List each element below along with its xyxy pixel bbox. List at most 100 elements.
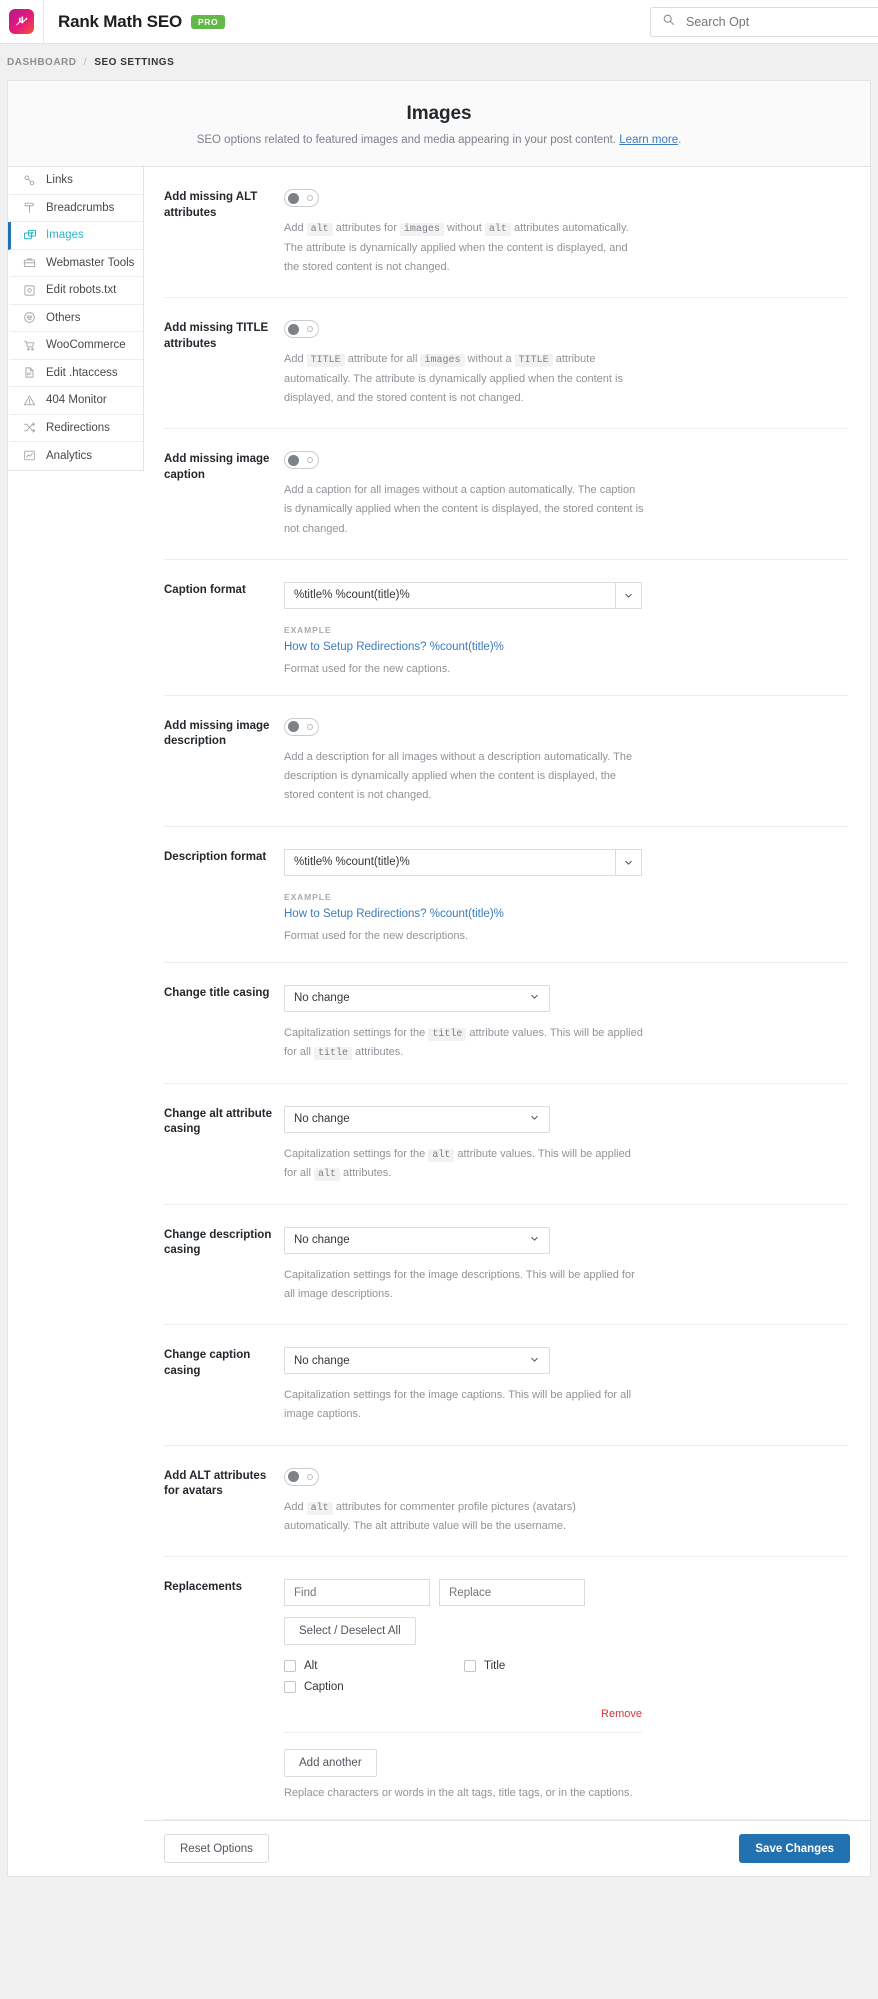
sidebar-item-others[interactable]: Others bbox=[8, 304, 143, 332]
sidebar-item-analytics[interactable]: Analytics bbox=[8, 442, 143, 470]
field-alt-for-avatars: Add ALT attributes for avatars Add alt a… bbox=[164, 1446, 848, 1558]
sidebar-item-404-monitor[interactable]: 404 Monitor bbox=[8, 387, 143, 415]
warning-triangle-icon bbox=[22, 393, 37, 408]
signpost-icon bbox=[22, 200, 37, 215]
sidebar-item-webmaster-tools[interactable]: Webmaster Tools bbox=[8, 249, 143, 277]
breadcrumb: DASHBOARD / SEO SETTINGS bbox=[0, 44, 878, 80]
link-icon bbox=[22, 173, 37, 188]
toggle-knob bbox=[288, 1471, 299, 1482]
select-alt-casing[interactable]: No change bbox=[284, 1105, 550, 1133]
desc-part: Add bbox=[284, 353, 307, 365]
sidebar-item-label: Edit robots.txt bbox=[46, 284, 117, 297]
field-replacements: Replacements Select / Deselect All Alt bbox=[164, 1557, 848, 1821]
sidebar-item-woocommerce[interactable]: WooCommerce bbox=[8, 332, 143, 360]
example-label: EXAMPLE bbox=[284, 624, 332, 635]
sidebar-item-label: Webmaster Tools bbox=[46, 256, 135, 269]
field-label: Replacements bbox=[164, 1581, 242, 1594]
page-title: Images bbox=[406, 103, 472, 124]
find-input[interactable] bbox=[284, 1579, 430, 1607]
save-changes-button[interactable]: Save Changes bbox=[739, 1834, 850, 1864]
sidebar-item-breadcrumbs[interactable]: Breadcrumbs bbox=[8, 194, 143, 222]
field-add-missing-alt: Add missing ALT attributes Add alt attri… bbox=[164, 167, 848, 298]
learn-more-link[interactable]: Learn more bbox=[619, 134, 678, 146]
chart-line-icon bbox=[22, 448, 37, 463]
replace-input[interactable] bbox=[439, 1579, 585, 1607]
code-token: images bbox=[420, 354, 465, 367]
field-label: Change caption casing bbox=[164, 1349, 251, 1377]
caption-format-input[interactable] bbox=[284, 581, 615, 609]
field-description: Add alt attributes for commenter profile… bbox=[284, 1498, 644, 1537]
toggle-dot bbox=[307, 723, 313, 730]
toggle-knob bbox=[288, 192, 299, 204]
add-another-button[interactable]: Add another bbox=[284, 1749, 377, 1778]
desc-part: without bbox=[443, 222, 485, 234]
checkbox-box[interactable] bbox=[284, 1660, 296, 1673]
code-token: alt bbox=[484, 223, 511, 236]
settings-main-panel: Add missing ALT attributes Add alt attri… bbox=[144, 167, 870, 1877]
checkbox-box[interactable] bbox=[284, 1681, 296, 1694]
sidebar-item-redirections[interactable]: Redirections bbox=[8, 414, 143, 442]
select-value: No change bbox=[294, 1234, 350, 1246]
field-description: Capitalization settings for the title at… bbox=[284, 1024, 644, 1063]
toggle-alt-for-avatars[interactable] bbox=[284, 1467, 319, 1486]
toggle-add-missing-description[interactable] bbox=[284, 717, 319, 736]
settings-footer: Reset Options Save Changes bbox=[144, 1820, 870, 1877]
sidebar-item-edit-htaccess[interactable]: Edit .htaccess bbox=[8, 359, 143, 387]
select-deselect-all-button[interactable]: Select / Deselect All bbox=[284, 1617, 416, 1646]
cart-icon bbox=[22, 338, 37, 353]
field-description: Add TITLE attribute for all images witho… bbox=[284, 350, 644, 408]
remove-replacement-link[interactable]: Remove bbox=[284, 1708, 642, 1720]
desc-part: attribute for all bbox=[344, 353, 421, 365]
field-label: Add missing image description bbox=[164, 719, 270, 748]
chevron-down-icon bbox=[529, 1233, 540, 1247]
checkbox-title[interactable]: Title bbox=[464, 1660, 644, 1673]
sidebar-item-links[interactable]: Links bbox=[8, 167, 143, 195]
field-hint: Format used for the new descriptions. bbox=[284, 929, 469, 942]
code-token: title bbox=[313, 1047, 352, 1060]
toggle-add-missing-alt[interactable] bbox=[284, 189, 319, 207]
example-label: EXAMPLE bbox=[284, 891, 332, 902]
sidebar-item-label: WooCommerce bbox=[46, 339, 126, 352]
select-description-casing[interactable]: No change bbox=[284, 1226, 550, 1254]
shuffle-icon bbox=[22, 420, 37, 435]
description-format-input[interactable] bbox=[284, 848, 615, 876]
sidebar-item-edit-robots[interactable]: Edit robots.txt bbox=[8, 277, 143, 305]
sidebar-item-label: Links bbox=[46, 174, 73, 187]
sidebar-item-label: 404 Monitor bbox=[46, 394, 107, 407]
toggle-dot bbox=[307, 326, 313, 332]
list-circle-icon bbox=[22, 310, 37, 325]
example-value: How to Setup Redirections? %count(title)… bbox=[284, 907, 504, 920]
search-input-placeholder[interactable]: Search Opt bbox=[686, 15, 749, 29]
code-token: TITLE bbox=[514, 354, 553, 367]
desc-part: attributes. bbox=[339, 1167, 392, 1179]
field-description: Capitalization settings for the image ca… bbox=[284, 1389, 632, 1421]
page-subtitle-text: SEO options related to featured images a… bbox=[196, 134, 617, 146]
example-value: How to Setup Redirections? %count(title)… bbox=[284, 640, 504, 653]
sidebar-item-images[interactable]: Images bbox=[8, 222, 143, 250]
field-label: Change description casing bbox=[164, 1228, 272, 1257]
toggle-add-missing-caption[interactable] bbox=[284, 451, 319, 469]
checkbox-alt[interactable]: Alt bbox=[284, 1660, 464, 1673]
chevron-down-icon[interactable] bbox=[615, 581, 642, 609]
field-label: Change alt attribute casing bbox=[164, 1107, 272, 1136]
select-caption-casing[interactable]: No change bbox=[284, 1347, 550, 1374]
field-description: Capitalization settings for the image de… bbox=[284, 1268, 635, 1300]
page-subtitle-suffix: . bbox=[678, 134, 682, 146]
select-title-casing[interactable]: No change bbox=[284, 984, 550, 1012]
search-options-box[interactable]: Search Opt bbox=[650, 7, 878, 37]
search-icon bbox=[662, 13, 675, 31]
toolbox-icon bbox=[22, 255, 37, 270]
rank-math-logo-icon[interactable] bbox=[9, 9, 34, 34]
reset-options-button[interactable]: Reset Options bbox=[164, 1834, 269, 1864]
toggle-dot bbox=[307, 1473, 313, 1480]
robot-file-icon bbox=[22, 283, 37, 298]
chevron-down-icon[interactable] bbox=[615, 848, 642, 876]
select-value: No change bbox=[294, 1354, 350, 1367]
toggle-add-missing-title[interactable] bbox=[284, 320, 319, 338]
chevron-down-icon bbox=[529, 1112, 540, 1126]
brand-name: Rank Math SEO bbox=[58, 11, 182, 31]
checkbox-box[interactable] bbox=[464, 1660, 476, 1673]
desc-part: without a bbox=[464, 353, 515, 365]
breadcrumb-root[interactable]: DASHBOARD bbox=[7, 57, 77, 68]
checkbox-caption[interactable]: Caption bbox=[284, 1681, 464, 1694]
